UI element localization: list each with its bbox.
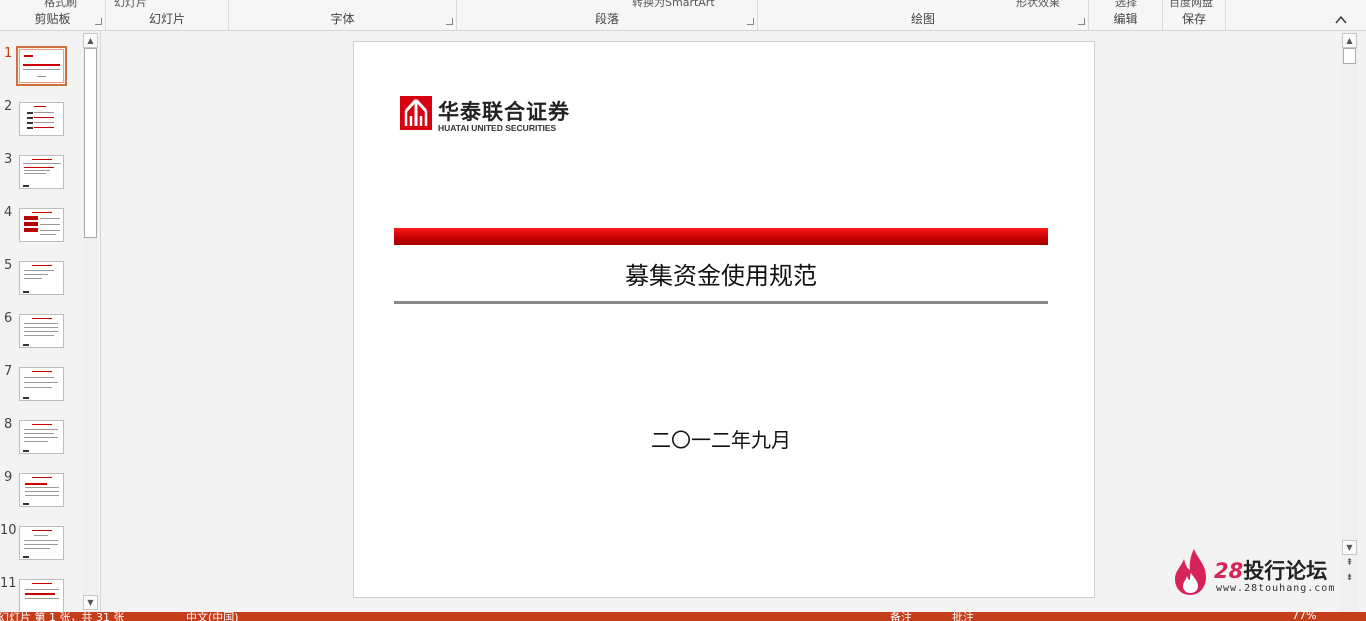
thumbnail-number: 10	[0, 523, 17, 538]
thumbnail-number: 2	[4, 99, 13, 114]
scroll-down-icon[interactable]: ▼	[83, 595, 98, 610]
slide-canvas: 华泰联合证券 HUATAI UNITED SECURITIES 募集资金使用规范…	[102, 31, 1340, 612]
slide-scroll-thumb[interactable]	[1343, 48, 1356, 64]
ribbon-group-slides: 幻灯片 幻灯片	[106, 0, 229, 30]
thumbnail-number: 6	[4, 311, 13, 326]
convert-smartart-button[interactable]: 转换为SmartArt	[632, 0, 715, 10]
thumbnail-preview	[19, 367, 64, 401]
thumbnail-scroll-thumb[interactable]	[84, 48, 97, 238]
thumbnail-preview	[19, 579, 64, 612]
group-label-slides: 幻灯片	[148, 12, 185, 26]
forum-watermark: 28投行论坛 www.28touhang.com	[1170, 545, 1360, 600]
thumbnail-slide-2[interactable]: 2	[0, 99, 82, 152]
watermark-name: 投行论坛	[1243, 559, 1328, 583]
group-label-editing: 编辑	[1113, 12, 1138, 26]
slide-count-status[interactable]: 幻灯片 第 1 张，共 31 张	[0, 612, 124, 621]
thumbnail-preview	[19, 420, 64, 454]
clipboard-launcher-icon[interactable]	[95, 18, 102, 25]
thumbnail-preview	[19, 314, 64, 348]
thumbnail-preview	[19, 261, 64, 295]
drawing-launcher-icon[interactable]	[1078, 18, 1085, 25]
baidu-netdisk-button[interactable]: 百度网盘	[1169, 0, 1213, 10]
thumbnail-number: 9	[4, 470, 13, 485]
slide-title[interactable]: 募集资金使用规范	[394, 256, 1048, 291]
select-button[interactable]: 选择	[1115, 0, 1137, 10]
ribbon-group-drawing: 形状效果 绘图	[758, 0, 1089, 30]
thumbnail-number: 1	[4, 46, 13, 61]
thumbnail-slide-4[interactable]: 4	[0, 205, 82, 258]
title-divider	[394, 301, 1048, 304]
thumbnail-preview	[19, 208, 64, 242]
status-bar: 幻灯片 第 1 张，共 31 张 中文(中国) 备注 批注 77%	[0, 612, 1366, 621]
thumbnail-number: 11	[0, 576, 17, 591]
thumbnail-number: 4	[4, 205, 13, 220]
notes-button[interactable]: 备注	[890, 612, 912, 621]
group-label-save: 保存	[1181, 12, 1206, 26]
thumbnail-number: 7	[4, 364, 13, 379]
ribbon-group-editing: 选择 编辑	[1089, 0, 1163, 30]
thumbnail-slide-3[interactable]: 3	[0, 152, 82, 205]
thumbnail-slide-7[interactable]: 7	[0, 364, 82, 417]
shape-effects-button[interactable]: 形状效果	[1016, 0, 1060, 10]
group-label-drawing: 绘图	[910, 12, 935, 26]
thumbnail-slide-5[interactable]: 5	[0, 258, 82, 311]
thumbnail-number: 5	[4, 258, 13, 273]
thumbnail-slide-10[interactable]: 10	[0, 523, 82, 576]
scroll-up-icon[interactable]: ▲	[83, 33, 98, 48]
slide-date[interactable]: 二〇一二年九月	[394, 424, 1048, 453]
group-label-paragraph: 段落	[594, 12, 619, 26]
ribbon-group-save: 百度网盘 保存	[1163, 0, 1226, 30]
thumbnail-preview	[16, 46, 67, 86]
flame-logo-icon	[1175, 549, 1206, 595]
thumbnail-slide-9[interactable]: 9	[0, 470, 82, 523]
powerpoint-window: 格式刷 剪贴板 幻灯片 幻灯片 字体 转换为SmartArt 段落 形状效果 绘…	[0, 0, 1366, 621]
group-label-font: 字体	[330, 12, 355, 26]
thumbnail-slide-6[interactable]: 6	[0, 311, 82, 364]
thumbnail-slide-11[interactable]: 11	[0, 576, 82, 612]
current-slide[interactable]: 华泰联合证券 HUATAI UNITED SECURITIES 募集资金使用规范…	[353, 41, 1095, 598]
watermark-title: 28投行论坛	[1214, 555, 1327, 585]
font-launcher-icon[interactable]	[446, 18, 453, 25]
thumbnail-slide-1[interactable]: 1	[0, 46, 82, 99]
ribbon: 格式刷 剪贴板 幻灯片 幻灯片 字体 转换为SmartArt 段落 形状效果 绘…	[0, 0, 1366, 31]
logo-english-name: HUATAI UNITED SECURITIES	[438, 123, 557, 133]
ribbon-group-paragraph: 转换为SmartArt 段落	[457, 0, 758, 30]
watermark-number: 28	[1214, 559, 1244, 583]
title-red-bar	[394, 228, 1048, 245]
paragraph-launcher-icon[interactable]	[747, 18, 754, 25]
thumbnail-preview	[19, 102, 64, 136]
company-logo: 华泰联合证券 HUATAI UNITED SECURITIES	[400, 96, 600, 136]
slide-thumbnail-pane: 1 2 3 4 5 6 7 8 9 10 11 ▲ ▼	[0, 31, 101, 612]
logo-chinese-name: 华泰联合证券	[438, 100, 570, 124]
thumbnail-preview	[19, 526, 64, 560]
thumbnail-preview	[19, 473, 64, 507]
language-status[interactable]: 中文(中国)	[186, 612, 239, 621]
huatai-logo-icon	[400, 96, 432, 130]
watermark-url: www.28touhang.com	[1216, 583, 1336, 594]
thumbnail-slide-8[interactable]: 8	[0, 417, 82, 470]
collapse-ribbon-icon[interactable]	[1334, 14, 1348, 26]
slide-scrollbar[interactable]: ▲ ▼ ⇞ ⇟	[1341, 31, 1358, 612]
scroll-up-icon[interactable]: ▲	[1342, 33, 1357, 48]
thumbnail-preview	[19, 155, 64, 189]
thumbnail-number: 8	[4, 417, 13, 432]
ribbon-group-font: 字体	[229, 0, 457, 30]
zoom-level[interactable]: 77%	[1292, 612, 1316, 621]
thumbnail-scrollbar[interactable]: ▲ ▼	[83, 31, 98, 612]
format-painter-button[interactable]: 格式刷	[44, 0, 77, 10]
ribbon-group-clipboard: 格式刷 剪贴板	[0, 0, 106, 30]
comments-button[interactable]: 批注	[952, 612, 974, 621]
thumbnail-number: 3	[4, 152, 13, 167]
group-label-clipboard: 剪贴板	[34, 12, 71, 26]
new-slide-button[interactable]: 幻灯片	[114, 0, 147, 10]
